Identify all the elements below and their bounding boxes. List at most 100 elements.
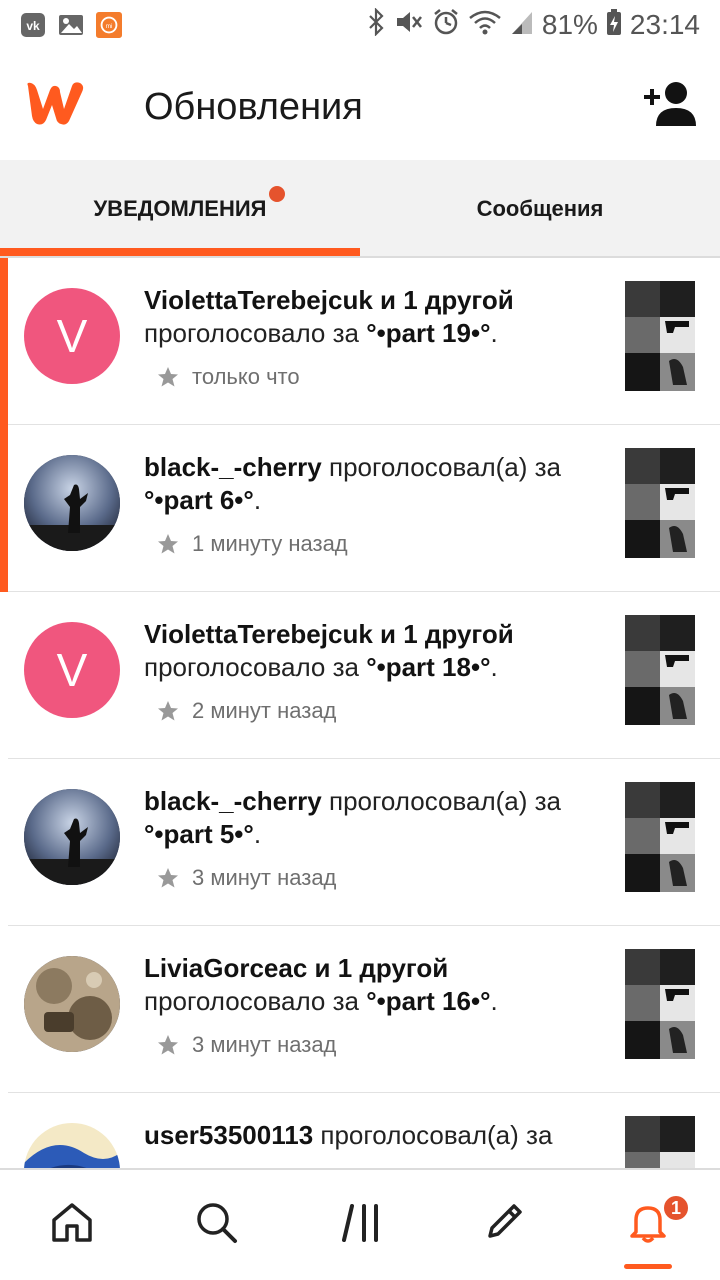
story-cover[interactable] [625,1116,695,1168]
story-title[interactable]: °•part 16•° [366,986,490,1016]
action-text: проголосовало за [144,986,367,1016]
star-icon [158,534,178,554]
star-icon [158,701,178,721]
battery-percent: 81% [541,8,598,40]
avatar[interactable]: V [24,622,120,718]
notification-meta: 3 минут назад [156,865,336,891]
avatar-letter: V [56,310,88,362]
notification-text: ViolettaTerebejcuk и 1 другой проголосов… [144,618,604,684]
story-cover[interactable] [625,281,695,391]
list-item[interactable]: black-_-cherry проголосовал(а) за °•part… [0,759,720,926]
star-icon [158,367,178,387]
action-text: проголосовал(а) за [313,1120,553,1150]
actor-name[interactable]: black-_-cherry [144,786,322,816]
story-title[interactable]: °•part 5•° [144,819,254,849]
suffix: . [490,652,498,682]
avatar[interactable] [24,455,120,551]
wattpad-logo-icon[interactable] [22,78,88,128]
suffix: . [490,318,498,348]
story-title[interactable]: °•part 19•° [366,318,490,348]
svg-text:mi: mi [106,23,113,30]
action-text: проголосовал(а) за [321,786,561,816]
actor-name[interactable]: user53500113 [144,1120,313,1150]
timestamp: 1 минуту назад [192,531,348,556]
suffix: . [253,485,262,515]
status-left-icons: vk mi [20,12,122,38]
notification-meta: 3 минут назад [156,1032,336,1058]
bottom-nav: 1 [0,1168,720,1280]
tab-notifications[interactable]: УВЕДОМЛЕНИЯ [0,160,360,258]
timestamp: только что [192,364,300,389]
suffix: . [490,986,498,1016]
unread-dot [269,186,285,202]
mi-icon: mi [96,12,122,38]
avatar[interactable] [24,1123,120,1168]
mute-icon [394,8,424,41]
tab-notifications-label: УВЕДОМЛЕНИЯ [93,196,267,221]
tab-bar: УВЕДОМЛЕНИЯ Сообщения [0,160,720,258]
actor-name[interactable]: ViolettaTerebejcuk и 1 другой [144,285,514,315]
svg-text:vk: vk [26,19,40,33]
star-icon [158,1035,178,1055]
nav-active-indicator [624,1264,672,1269]
tab-messages-label: Сообщения [476,196,604,221]
wifi-icon [468,8,502,41]
notification-meta: только что [156,364,300,390]
notification-text: user53500113 проголосовал(а) за [144,1119,604,1152]
notification-text: LiviaGorceac и 1 другой проголосовало за… [144,952,604,1018]
battery-icon [606,8,622,41]
actor-name[interactable]: black-_-cherry [144,452,322,482]
story-title[interactable]: °•part 18•° [366,652,490,682]
vk-icon: vk [20,12,46,38]
notification-text: black-_-cherry проголосовал(а) за °•part… [144,451,604,517]
status-right-icons: 81% 23:14 [366,7,700,41]
unread-indicator [0,425,8,592]
clock: 23:14 [629,8,700,40]
timestamp: 3 минут назад [192,1032,337,1057]
status-bar: vk mi 81% 23:14 [0,0,720,56]
notification-meta: 2 минут назад [156,698,336,724]
add-user-icon[interactable] [642,80,698,128]
search-icon[interactable] [186,1192,246,1252]
page-title: Обновления [144,86,363,128]
notification-text: black-_-cherry проголосовал(а) за °•part… [144,785,604,851]
list-item[interactable]: V ViolettaTerebejcuk и 1 другой проголос… [0,592,720,759]
notification-text: ViolettaTerebejcuk и 1 другой проголосов… [144,284,604,350]
app-bar: Обновления [0,56,720,160]
bluetooth-icon [366,7,386,41]
timestamp: 3 минут назад [192,865,337,890]
notification-list[interactable]: V ViolettaTerebejcuk и 1 другой проголос… [0,258,720,1168]
action-text: проголосовало за [144,652,367,682]
notification-badge: 1 [662,1194,690,1222]
alarm-icon [432,8,460,41]
avatar[interactable] [24,789,120,885]
story-title[interactable]: °•part 6•° [144,485,254,515]
star-icon [158,868,178,888]
home-icon[interactable] [42,1192,102,1252]
story-cover[interactable] [625,782,695,892]
story-cover[interactable] [625,615,695,725]
actor-name[interactable]: ViolettaTerebejcuk и 1 другой [144,619,514,649]
active-tab-indicator [0,248,360,256]
notification-meta: 1 минуту назад [156,531,348,557]
action-text: проголосовал(а) за [321,452,561,482]
signal-icon [510,8,534,41]
unread-indicator [0,258,8,425]
story-cover[interactable] [625,448,695,558]
avatar-letter: V [56,644,88,696]
actor-name[interactable]: LiviaGorceac и 1 другой [144,953,448,983]
action-text: проголосовало за [144,318,367,348]
list-item[interactable]: V ViolettaTerebejcuk и 1 другой проголос… [0,258,720,425]
list-item[interactable]: black-_-cherry проголосовал(а) за °•part… [0,425,720,592]
list-item[interactable]: user53500113 проголосовал(а) за [0,1093,720,1168]
avatar[interactable] [24,956,120,1052]
timestamp: 2 минут назад [192,698,337,723]
avatar[interactable]: V [24,288,120,384]
write-icon[interactable] [474,1192,534,1252]
gallery-icon [58,12,84,38]
library-icon[interactable] [332,1192,392,1252]
list-item[interactable]: LiviaGorceac и 1 другой проголосовало за… [0,926,720,1093]
tab-messages[interactable]: Сообщения [360,160,720,258]
story-cover[interactable] [625,949,695,1059]
suffix: . [253,819,262,849]
